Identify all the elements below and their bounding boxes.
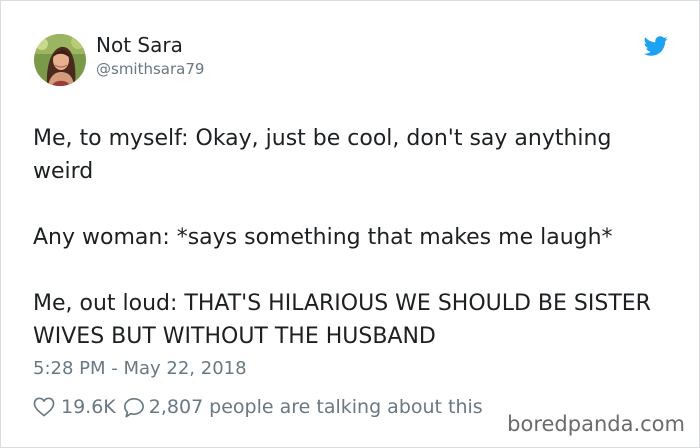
heart-icon [33, 397, 55, 417]
avatar[interactable] [34, 34, 86, 86]
speech-bubble-icon [123, 397, 144, 417]
tweet-paragraph: Any woman: *says something that makes me… [33, 225, 613, 250]
author-handle[interactable]: @smithsara79 [96, 59, 204, 79]
like-button[interactable]: 19.6K [33, 396, 116, 418]
profile-photo-icon [34, 34, 86, 86]
tweet-paragraph: Me, to myself: Okay, just be cool, don't… [33, 126, 612, 184]
watermark: boredpanda.com [507, 412, 685, 436]
tweet-timestamp[interactable]: 5:28 PM - May 22, 2018 [33, 357, 247, 381]
tweet-actions: 19.6K 2,807 people are talking about thi… [33, 394, 483, 420]
reply-count: 2,807 [148, 396, 204, 418]
author-display-name[interactable]: Not Sara [96, 33, 183, 57]
reply-button[interactable]: 2,807 [123, 396, 203, 418]
like-count: 19.6K [61, 396, 116, 418]
twitter-bird-icon[interactable] [643, 34, 669, 58]
talking-about-text[interactable]: people are talking about this [209, 396, 483, 418]
tweet-paragraph: Me, out loud: THAT'S HILARIOUS WE SHOULD… [33, 291, 651, 349]
tweet-text: Me, to myself: Okay, just be cool, don't… [33, 122, 678, 353]
tweet-card: Not Sara @smithsara79 Me, to myself: Oka… [0, 0, 700, 448]
